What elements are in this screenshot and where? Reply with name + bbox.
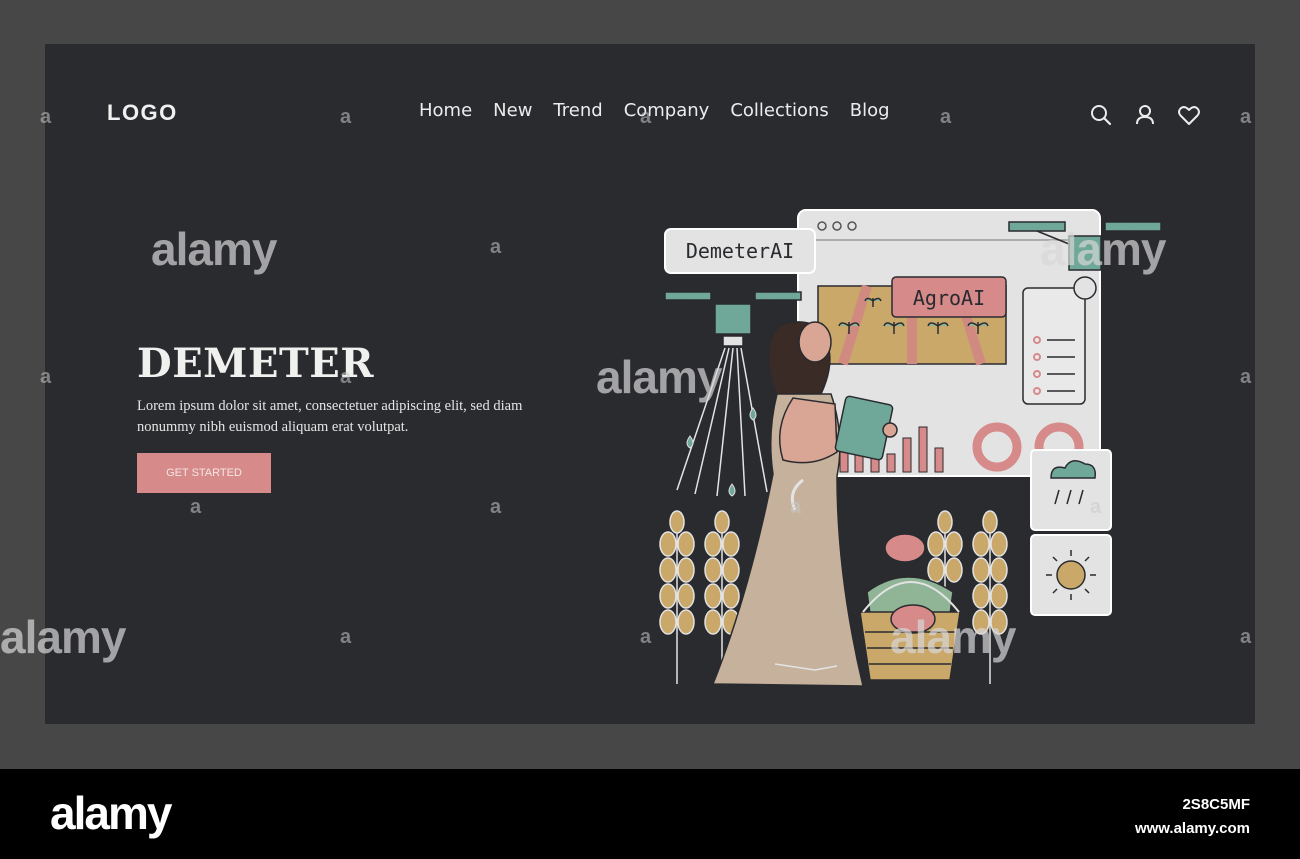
heart-icon[interactable] bbox=[1176, 102, 1202, 128]
watermark-small: a bbox=[190, 496, 202, 518]
watermark: alamy bbox=[151, 223, 277, 275]
watermark: alamy bbox=[1040, 223, 1166, 275]
watermark-small: a bbox=[1240, 626, 1252, 648]
watermark-small: a bbox=[790, 496, 802, 518]
search-icon[interactable] bbox=[1088, 102, 1114, 128]
main-nav: Home New Trend Company Collections Blog bbox=[419, 100, 890, 121]
watermark: alamy bbox=[596, 351, 722, 403]
footer-brand: alamy bbox=[50, 787, 172, 839]
user-icon[interactable] bbox=[1132, 102, 1158, 128]
hero-description: Lorem ipsum dolor sit amet, consectetuer… bbox=[137, 398, 523, 435]
watermark-small: a bbox=[490, 496, 502, 518]
watermark-small: a bbox=[1090, 496, 1102, 518]
nav-collections[interactable]: Collections bbox=[730, 100, 828, 121]
watermark-small: a bbox=[1240, 366, 1252, 388]
watermark-small: a bbox=[340, 106, 352, 128]
watermark-small: a bbox=[640, 106, 652, 128]
site-logo[interactable]: LOGO bbox=[107, 100, 178, 126]
nav-trend[interactable]: Trend bbox=[553, 100, 602, 121]
watermark-small: a bbox=[340, 626, 352, 648]
watermark-small: a bbox=[40, 366, 52, 388]
image-id: 2S8C5MF bbox=[1182, 796, 1250, 813]
demeterai-label: DemeterAI bbox=[686, 239, 794, 263]
hero-title: DEMETER bbox=[137, 340, 374, 387]
watermark-small: a bbox=[640, 626, 652, 648]
landing-page-frame: LOGO Home New Trend Company Collections … bbox=[45, 44, 1255, 724]
watermark-small: a bbox=[340, 366, 352, 388]
agroai-label: AgroAI bbox=[913, 286, 985, 310]
get-started-button[interactable]: GET STARTED bbox=[137, 453, 271, 493]
watermark-small: a bbox=[490, 236, 502, 258]
watermark-small: a bbox=[40, 106, 52, 128]
nav-blog[interactable]: Blog bbox=[850, 100, 890, 121]
watermark: alamy bbox=[890, 611, 1016, 663]
nav-company[interactable]: Company bbox=[624, 100, 710, 121]
stock-footer: alamy 2S8C5MF www.alamy.com bbox=[0, 769, 1300, 859]
watermark: alamy bbox=[0, 611, 126, 663]
watermark-small: a bbox=[1240, 106, 1252, 128]
nav-new[interactable]: New bbox=[493, 100, 532, 121]
sun-icon bbox=[1056, 560, 1086, 590]
nav-home[interactable]: Home bbox=[419, 100, 472, 121]
footer-site: www.alamy.com bbox=[1134, 820, 1250, 837]
watermark-small: a bbox=[940, 106, 952, 128]
footer-info: 2S8C5MF www.alamy.com bbox=[1135, 793, 1250, 841]
header-icons bbox=[1088, 102, 1202, 128]
